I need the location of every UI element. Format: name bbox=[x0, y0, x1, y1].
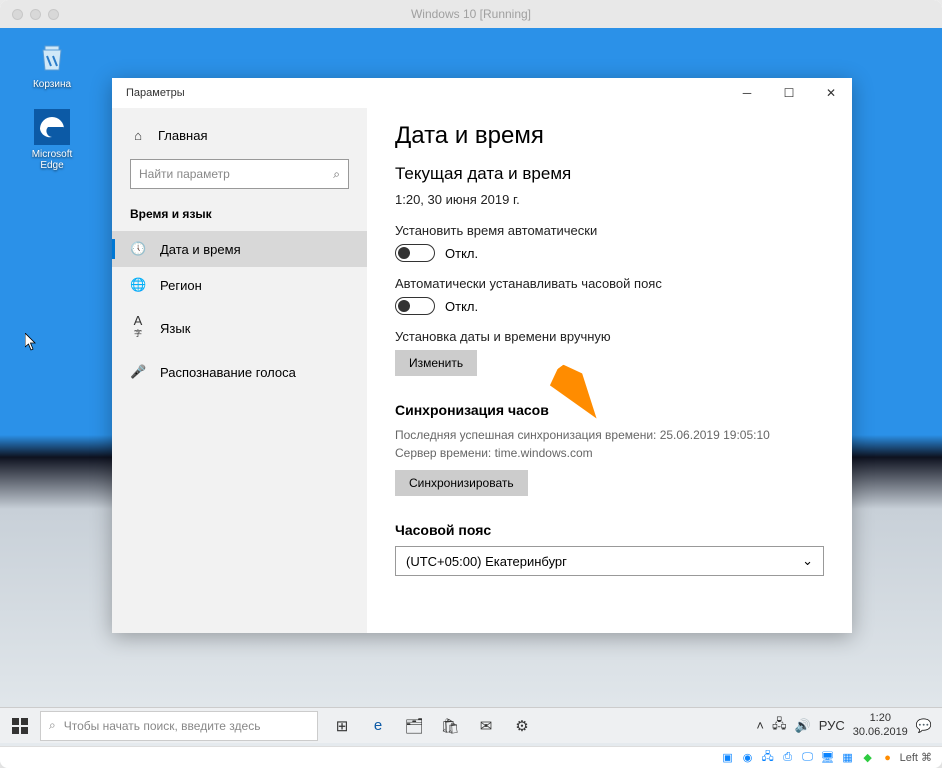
settings-title: Параметры bbox=[126, 87, 185, 99]
store-icon[interactable]: 🛍 bbox=[432, 708, 468, 744]
file-explorer-icon[interactable]: 🗂 bbox=[396, 708, 432, 744]
page-title: Дата и время bbox=[395, 122, 824, 150]
settings-window: Параметры ─ ☐ ✕ ⌂ Главная Найти параметр… bbox=[112, 78, 852, 633]
sidebar-item-speech[interactable]: 🎤 Распознавание голоса bbox=[112, 354, 367, 390]
change-button[interactable]: Изменить bbox=[395, 350, 477, 376]
microphone-icon: 🎤 bbox=[130, 364, 146, 380]
current-datetime-value: 1:20, 30 июня 2019 г. bbox=[395, 192, 824, 207]
settings-titlebar[interactable]: Параметры ─ ☐ ✕ bbox=[112, 78, 852, 108]
mail-icon[interactable]: ✉ bbox=[468, 708, 504, 744]
auto-tz-state: Откл. bbox=[445, 299, 478, 314]
clock-icon: 🕔 bbox=[130, 241, 146, 257]
home-label: Главная bbox=[158, 128, 207, 143]
cursor-icon bbox=[25, 333, 39, 354]
mac-zoom-button[interactable] bbox=[48, 9, 59, 20]
edge-icon[interactable]: Microsoft Edge bbox=[22, 108, 82, 171]
sync-last-text: Последняя успешная синхронизация времени… bbox=[395, 426, 824, 444]
settings-sidebar: ⌂ Главная Найти параметр ⌕ Время и язык … bbox=[112, 108, 367, 633]
settings-taskbar-icon[interactable]: ⚙ bbox=[504, 708, 540, 744]
start-button[interactable] bbox=[0, 708, 40, 744]
language-indicator[interactable]: РУС bbox=[819, 718, 845, 733]
language-icon: A字 bbox=[130, 313, 146, 344]
sidebar-item-region[interactable]: 🌐 Регион bbox=[112, 267, 367, 303]
sidebar-item-label: Регион bbox=[160, 278, 202, 293]
taskbar-search[interactable]: ⌕ Чтобы начать поиск, введите здесь bbox=[40, 711, 318, 741]
status-record-icon[interactable]: ● bbox=[880, 751, 896, 765]
mac-titlebar: Windows 10 [Running] bbox=[0, 0, 942, 28]
sidebar-item-language[interactable]: A字 Язык bbox=[112, 303, 367, 354]
maximize-button[interactable]: ☐ bbox=[768, 78, 810, 108]
sync-server-text: Сервер времени: time.windows.com bbox=[395, 444, 824, 462]
tray-chevron-icon[interactable]: ˄ bbox=[756, 718, 764, 733]
system-tray: ˄ 🖧 🔊 РУС 1:20 30.06.2019 💬 bbox=[756, 712, 942, 738]
auto-tz-label: Автоматически устанавливать часовой пояс bbox=[395, 276, 824, 291]
desktop-icon-label: Корзина bbox=[22, 79, 82, 90]
home-icon: ⌂ bbox=[130, 128, 146, 143]
mac-minimize-button[interactable] bbox=[30, 9, 41, 20]
auto-tz-toggle[interactable] bbox=[395, 297, 435, 315]
tz-heading: Часовой пояс bbox=[395, 522, 824, 538]
edge-taskbar-icon[interactable]: e bbox=[360, 708, 396, 744]
manual-datetime-label: Установка даты и времени вручную bbox=[395, 329, 824, 344]
status-net-icon[interactable]: 🖧 bbox=[760, 751, 776, 765]
network-icon[interactable]: 🖧 bbox=[772, 715, 787, 737]
taskbar: ⌕ Чтобы начать поиск, введите здесь ⊞ e … bbox=[0, 707, 942, 743]
settings-content: Дата и время Текущая дата и время 1:20, … bbox=[367, 108, 852, 633]
home-link[interactable]: ⌂ Главная bbox=[112, 120, 367, 151]
status-capture-icon[interactable]: ◆ bbox=[860, 751, 876, 765]
globe-icon: 🌐 bbox=[130, 277, 146, 293]
sidebar-item-label: Дата и время bbox=[160, 242, 241, 257]
task-view-button[interactable]: ⊞ bbox=[324, 708, 360, 744]
sidebar-item-label: Распознавание голоса bbox=[160, 365, 296, 380]
sidebar-item-datetime[interactable]: 🕔 Дата и время bbox=[112, 231, 367, 267]
status-usb-icon[interactable]: ⎙ bbox=[780, 751, 796, 765]
current-datetime-heading: Текущая дата и время bbox=[395, 164, 824, 184]
sync-button[interactable]: Синхронизировать bbox=[395, 470, 528, 496]
vm-host-statusbar: ▣ ◉ 🖧 ⎙ 🖵 🖥 ▦ ◆ ● Left ⌘ bbox=[0, 746, 942, 768]
search-icon: ⌕ bbox=[333, 167, 340, 182]
status-display-icon[interactable]: 🖥 bbox=[820, 751, 836, 765]
clock-date: 30.06.2019 bbox=[853, 726, 908, 739]
search-input[interactable]: Найти параметр ⌕ bbox=[130, 159, 349, 189]
clock-time: 1:20 bbox=[853, 712, 908, 725]
status-audio-icon[interactable]: ▦ bbox=[840, 751, 856, 765]
sidebar-category: Время и язык bbox=[112, 203, 367, 231]
taskbar-search-placeholder: Чтобы начать поиск, введите здесь bbox=[64, 719, 261, 733]
sync-heading: Синхронизация часов bbox=[395, 402, 824, 418]
notifications-icon[interactable]: 💬 bbox=[916, 718, 932, 734]
timezone-select[interactable]: (UTC+05:00) Екатеринбург ⌄ bbox=[395, 546, 824, 576]
search-placeholder: Найти параметр bbox=[139, 167, 230, 181]
status-hd-icon[interactable]: ▣ bbox=[720, 751, 736, 765]
host-key-label: Left ⌘ bbox=[900, 751, 932, 764]
desktop-icon-label: Microsoft Edge bbox=[22, 149, 82, 171]
chevron-down-icon: ⌄ bbox=[802, 553, 813, 569]
minimize-button[interactable]: ─ bbox=[726, 78, 768, 108]
vm-desktop[interactable]: Корзина Microsoft Edge Параметры ─ ☐ ✕ bbox=[0, 28, 942, 768]
auto-time-toggle[interactable] bbox=[395, 244, 435, 262]
auto-time-state: Откл. bbox=[445, 246, 478, 261]
mac-window-title: Windows 10 [Running] bbox=[0, 7, 942, 21]
status-shared-icon[interactable]: 🖵 bbox=[800, 751, 816, 765]
recycle-bin-icon[interactable]: Корзина bbox=[22, 38, 82, 90]
sidebar-item-label: Язык bbox=[160, 321, 190, 336]
close-button[interactable]: ✕ bbox=[810, 78, 852, 108]
taskbar-clock[interactable]: 1:20 30.06.2019 bbox=[853, 712, 908, 738]
timezone-value: (UTC+05:00) Екатеринбург bbox=[406, 554, 567, 569]
search-icon: ⌕ bbox=[49, 718, 56, 733]
volume-icon[interactable]: 🔊 bbox=[795, 718, 811, 734]
mac-close-button[interactable] bbox=[12, 9, 23, 20]
auto-time-label: Установить время автоматически bbox=[395, 223, 824, 238]
status-cd-icon[interactable]: ◉ bbox=[740, 751, 756, 765]
